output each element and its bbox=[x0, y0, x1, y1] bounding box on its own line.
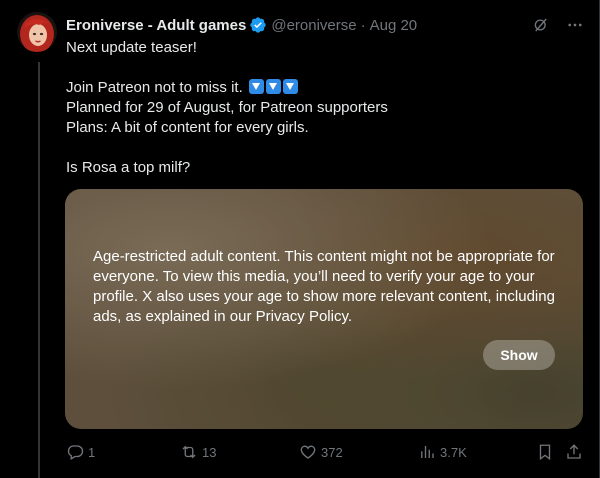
reply-button[interactable]: 1 bbox=[66, 443, 95, 461]
author-handle[interactable]: @eroniverse bbox=[271, 17, 356, 34]
tweet-header: Eroniverse - Adult games @eroniverse · A… bbox=[66, 14, 417, 36]
bookmark-icon bbox=[539, 444, 551, 461]
tweet-line: Is Rosa a top milf? bbox=[66, 159, 191, 176]
repost-icon bbox=[182, 445, 196, 459]
top-actions bbox=[530, 14, 586, 36]
thread-line bbox=[38, 62, 40, 478]
views-count: 3.7K bbox=[440, 444, 467, 460]
reply-count: 1 bbox=[88, 444, 96, 460]
tweet-date[interactable]: Aug 20 bbox=[370, 17, 418, 34]
bookmark-button[interactable] bbox=[536, 443, 554, 461]
action-bar: 1 13 372 3.7K bbox=[66, 442, 584, 462]
more-icon[interactable] bbox=[564, 14, 586, 36]
share-button[interactable] bbox=[565, 443, 583, 461]
views-button[interactable]: 3.7K bbox=[418, 443, 467, 461]
tweet-line: Plans: A bit of content for every girls. bbox=[66, 119, 309, 136]
verified-badge-icon bbox=[249, 16, 267, 34]
like-button[interactable]: 372 bbox=[299, 443, 343, 461]
grok-icon[interactable] bbox=[530, 14, 552, 36]
views-chart-icon bbox=[421, 446, 434, 458]
like-count: 372 bbox=[321, 444, 343, 460]
heart-icon bbox=[300, 445, 316, 459]
media-blurred[interactable]: Age-restricted adult content. This conte… bbox=[65, 189, 583, 429]
author-name[interactable]: Eroniverse - Adult games bbox=[66, 17, 246, 34]
reply-icon bbox=[67, 445, 84, 460]
tweet-line: Join Patreon not to miss it. bbox=[66, 78, 388, 98]
age-restriction-warning: Age-restricted adult content. This conte… bbox=[93, 248, 555, 325]
repost-count: 13 bbox=[202, 444, 217, 460]
down-arrow-emoji-icon bbox=[248, 79, 264, 94]
down-arrow-emoji-icon bbox=[265, 79, 281, 94]
avatar[interactable] bbox=[17, 12, 57, 52]
down-arrow-emoji-icon bbox=[282, 79, 298, 94]
share-icon bbox=[567, 444, 581, 459]
separator-dot: · bbox=[360, 16, 366, 34]
show-media-button[interactable]: Show bbox=[483, 340, 555, 370]
tweet-line: Next update teaser! bbox=[66, 39, 197, 56]
tweet-text: Next update teaser! Join Patreon not to … bbox=[66, 38, 388, 178]
tweet-line: Planned for 29 of August, for Patreon su… bbox=[66, 99, 388, 116]
repost-button[interactable]: 13 bbox=[180, 443, 216, 461]
